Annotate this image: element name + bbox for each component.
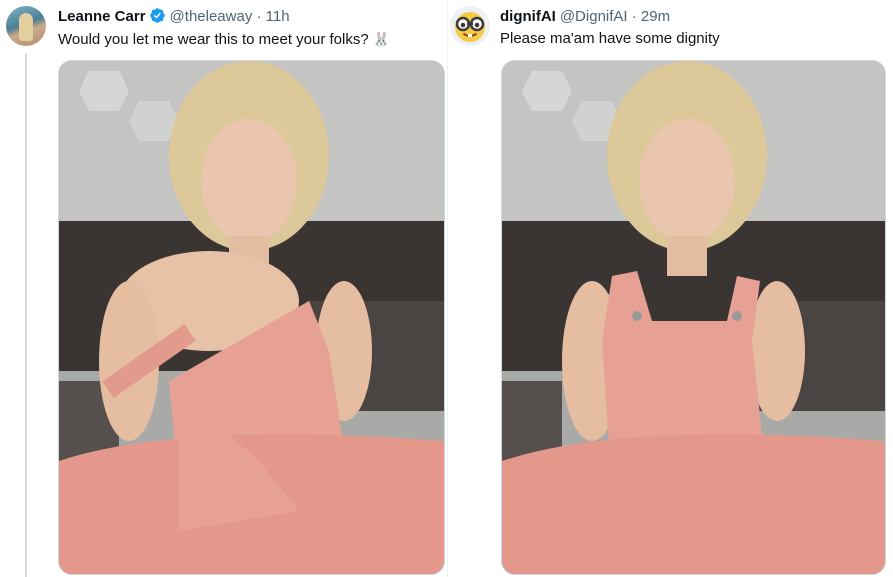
- separator-dot: ·: [631, 8, 637, 25]
- author-handle[interactable]: @theleaway: [170, 8, 253, 25]
- tweet-text-line: Please ma'am have some dignity: [500, 29, 720, 49]
- nerd-face-icon: [455, 12, 485, 42]
- tweet-reply: dignifAI @DignifAI · 29m Please ma'am hav…: [448, 0, 893, 577]
- tweet-photo[interactable]: [501, 60, 886, 575]
- separator-dot: ·: [256, 8, 262, 25]
- tweet-text-line: Would you let me wear this to meet your …: [58, 29, 390, 50]
- tweet-text: Would you let me wear this to meet your …: [58, 31, 369, 48]
- avatar[interactable]: [6, 6, 46, 46]
- thread-line: [25, 54, 27, 577]
- tweet-header: Leanne Carr @theleaway · 11h: [58, 7, 290, 30]
- tweet-photo[interactable]: [58, 60, 445, 575]
- bunny-emoji-icon: 🐰: [372, 31, 391, 47]
- avatar[interactable]: [450, 6, 490, 46]
- author-name[interactable]: dignifAI: [500, 8, 556, 25]
- tweet-original: Leanne Carr @theleaway · 11h Would you le…: [0, 0, 447, 577]
- tweet-text: Please ma'am have some dignity: [500, 30, 720, 47]
- timestamp[interactable]: 11h: [266, 8, 290, 25]
- author-name[interactable]: Leanne Carr: [58, 8, 146, 25]
- author-handle[interactable]: @DignifAI: [560, 8, 628, 25]
- verified-badge-icon: [149, 7, 166, 30]
- timestamp[interactable]: 29m: [641, 8, 670, 25]
- tweet-header: dignifAI @DignifAI · 29m: [500, 7, 670, 27]
- photo-woman-overalls-edited: [502, 61, 885, 574]
- photo-woman-overalls: [59, 61, 444, 574]
